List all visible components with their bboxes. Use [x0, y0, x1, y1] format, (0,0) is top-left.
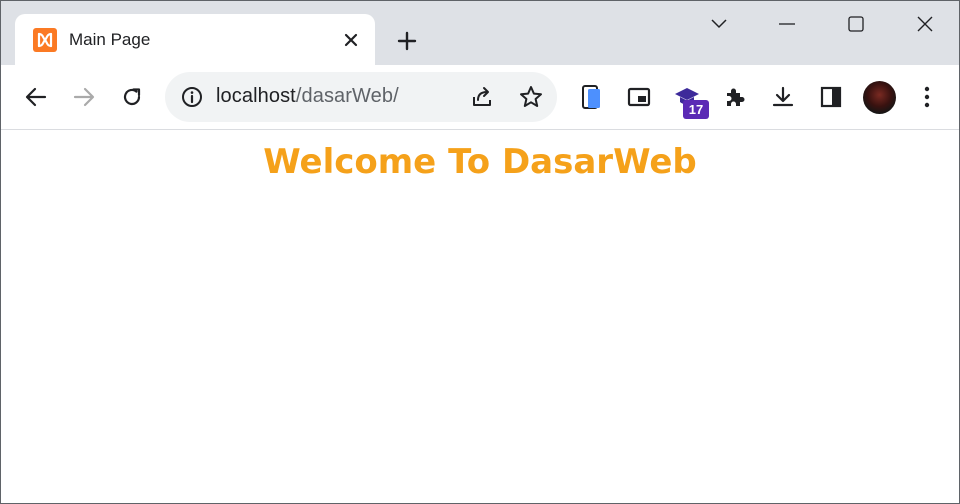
forward-arrow-icon[interactable]	[68, 81, 100, 113]
browser-toolbar: localhost/dasarWeb/ 17	[1, 65, 959, 130]
download-icon[interactable]	[767, 81, 799, 113]
maximize-icon[interactable]	[836, 9, 876, 39]
tab-strip: Main Page	[1, 1, 959, 66]
browser-window: Main Page localhost/dasarWeb/ 17 Welcome…	[0, 0, 960, 504]
url-text[interactable]: localhost/dasarWeb/	[216, 85, 399, 108]
profile-avatar[interactable]	[863, 81, 896, 114]
url-path: /dasarWeb/	[295, 85, 399, 107]
side-panel-icon[interactable]	[815, 81, 847, 113]
tab-search-chevron-icon[interactable]	[699, 9, 739, 39]
picture-in-picture-icon[interactable]	[623, 81, 655, 113]
bookmark-star-icon[interactable]	[518, 84, 544, 110]
active-tab[interactable]: Main Page	[15, 14, 375, 66]
page-heading: Welcome To DasarWeb	[263, 142, 697, 182]
close-window-icon[interactable]	[905, 9, 945, 39]
new-tab-icon[interactable]	[393, 27, 421, 55]
phone-extension-icon[interactable]	[575, 81, 607, 113]
reload-icon[interactable]	[116, 81, 148, 113]
back-arrow-icon[interactable]	[20, 81, 52, 113]
tab-title: Main Page	[69, 30, 151, 49]
share-icon[interactable]	[470, 85, 494, 109]
address-bar[interactable]: localhost/dasarWeb/	[165, 72, 557, 122]
extensions-puzzle-icon[interactable]	[719, 81, 751, 113]
minimize-icon[interactable]	[767, 9, 807, 39]
extension-badge: 17	[683, 100, 709, 119]
tab-close-icon[interactable]	[339, 28, 363, 52]
page-content: Welcome To DasarWeb	[1, 130, 959, 503]
more-menu-icon[interactable]	[911, 81, 943, 113]
xampp-icon	[33, 28, 57, 52]
url-host: localhost	[216, 85, 296, 107]
site-info-icon[interactable]	[181, 86, 203, 108]
